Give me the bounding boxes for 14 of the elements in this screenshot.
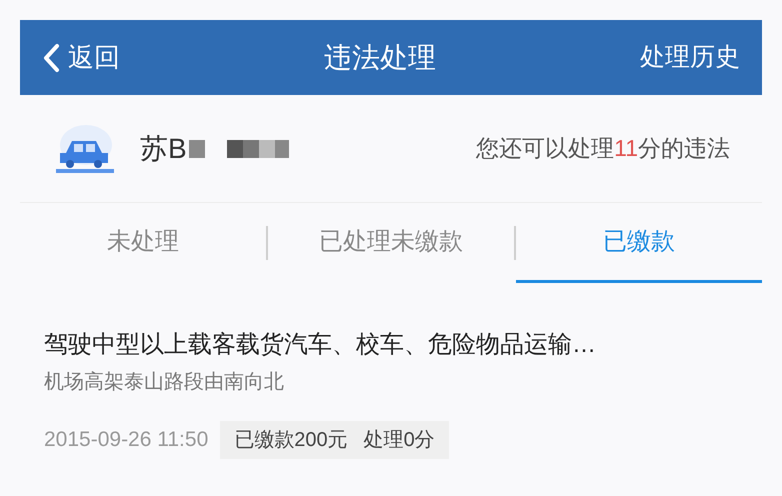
tab[interactable]: 已处理未缴款 <box>268 203 514 283</box>
violation-title: 驾驶中型以上载客载货汽车、校车、危险物品运输… <box>44 330 597 360</box>
history-button[interactable]: 处理历史 <box>640 38 740 76</box>
page-title: 违法处理 <box>324 40 436 74</box>
back-button[interactable]: 返回 <box>42 38 120 77</box>
violation-time: 2015-09-26 11:50 <box>44 427 208 454</box>
back-icon <box>42 42 60 72</box>
tab[interactable]: 未处理 <box>20 203 266 283</box>
points-remaining: 您还可以处理11分的违法 <box>476 134 730 164</box>
tab[interactable]: 已缴款 <box>516 203 762 283</box>
violation-location: 机场高架泰山路段由南向北 <box>44 370 285 395</box>
fine-amount: 已缴款200元 <box>234 428 348 453</box>
points-deducted: 处理0分 <box>364 428 435 453</box>
plate-number: 苏B <box>140 132 187 166</box>
